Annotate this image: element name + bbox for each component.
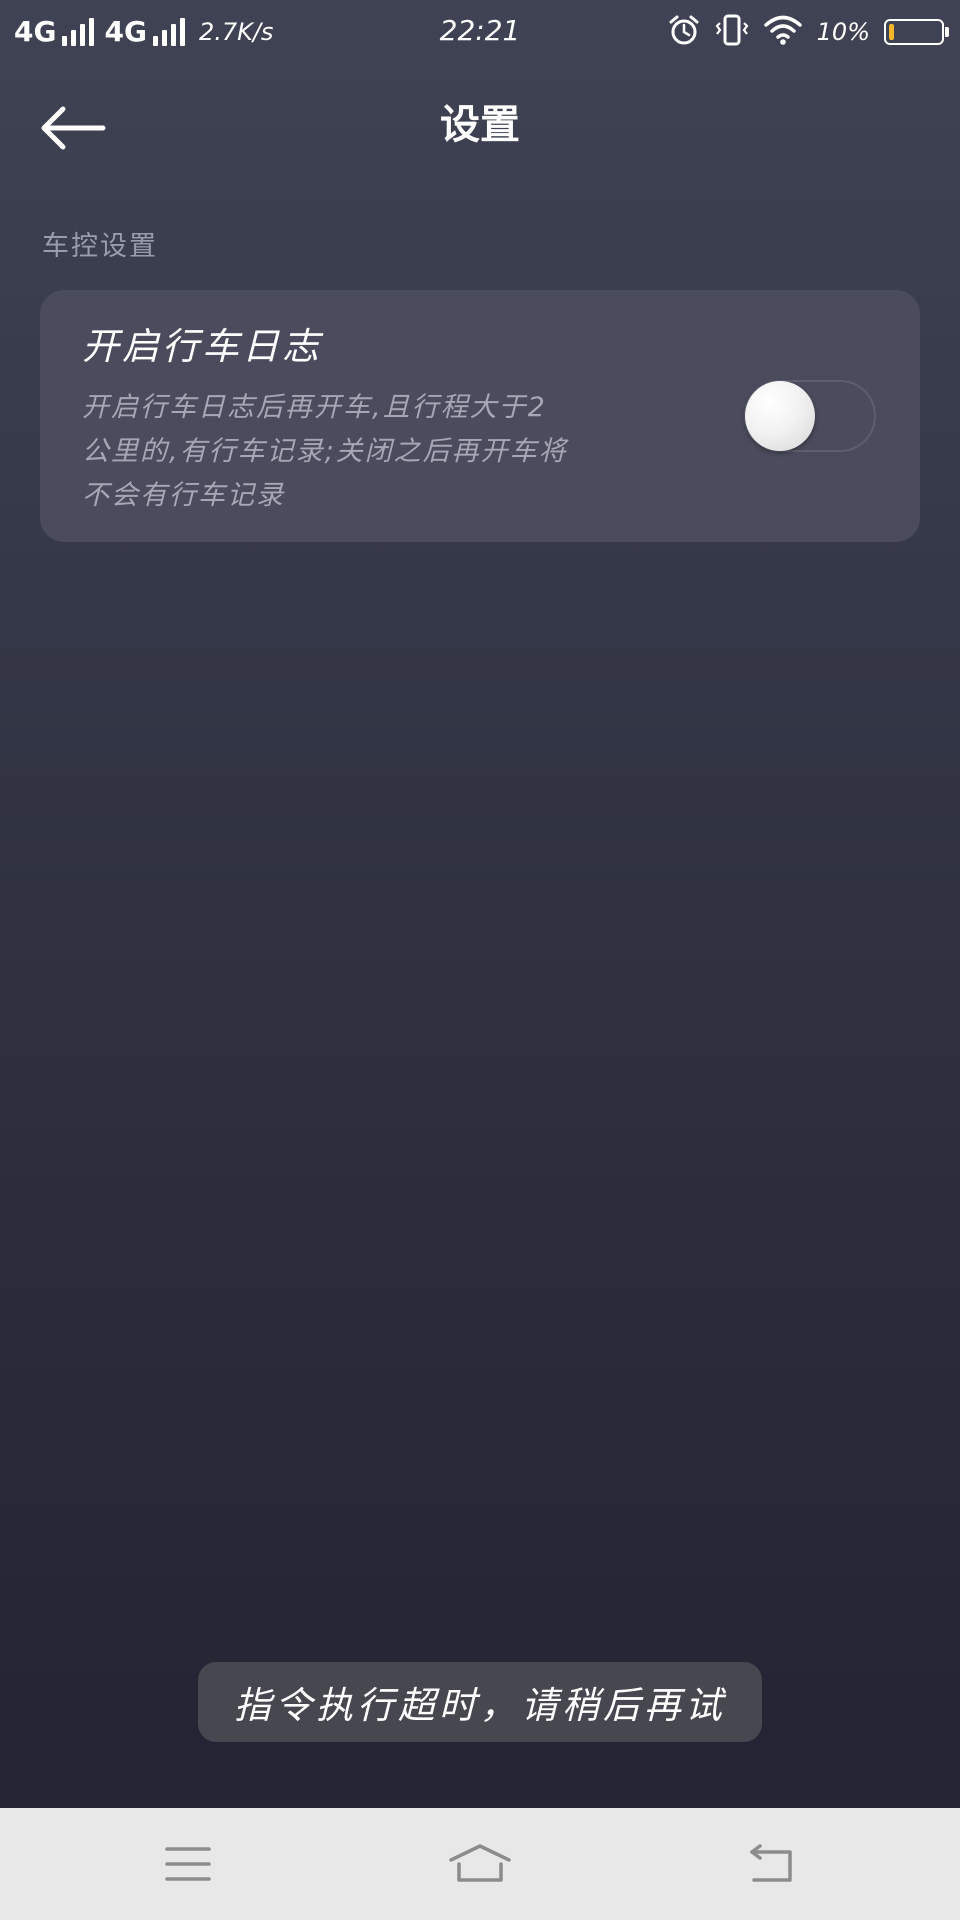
home-icon (449, 1844, 511, 1882)
driving-log-toggle[interactable] (744, 380, 876, 452)
alarm-icon (667, 13, 701, 51)
setting-description-line: 公里的,有行车记录;关闭之后再开车将 (82, 436, 568, 467)
setting-card-driving-log: 开启行车日志 开启行车日志后再开车,且行程大于2 公里的,有行车记录;关闭之后再… (40, 290, 920, 542)
status-bar-right: 10% (667, 12, 949, 52)
toast-message: 指令执行超时，请稍后再试 (198, 1662, 762, 1742)
menu-icon (165, 1847, 211, 1881)
battery-level-fill (889, 24, 894, 40)
setting-description-line: 不会有行车记录 (82, 480, 285, 511)
setting-description: 开启行车日志后再开车,且行程大于2 公里的,有行车记录;关闭之后再开车将 不会有… (82, 386, 622, 518)
return-button[interactable] (722, 1828, 822, 1900)
menu-button[interactable] (138, 1828, 238, 1900)
section-label: 车控设置 (42, 231, 158, 262)
home-button[interactable] (430, 1828, 530, 1900)
battery-icon (884, 19, 949, 45)
page-title: 设置 (440, 102, 520, 148)
return-icon (750, 1844, 792, 1882)
vibrate-icon (715, 13, 749, 51)
system-nav-bar (0, 1808, 960, 1920)
toggle-knob (745, 381, 815, 451)
status-bar: 4G 4G 2.7K/s 22:21 10% (0, 0, 960, 64)
battery-percent: 10% (816, 18, 870, 46)
setting-description-line: 开启行车日志后再开车,且行程大于2 (82, 392, 547, 423)
toast-text: 指令执行超时，请稍后再试 (234, 1684, 726, 1727)
setting-title: 开启行车日志 (82, 325, 322, 368)
wifi-icon (763, 14, 803, 50)
